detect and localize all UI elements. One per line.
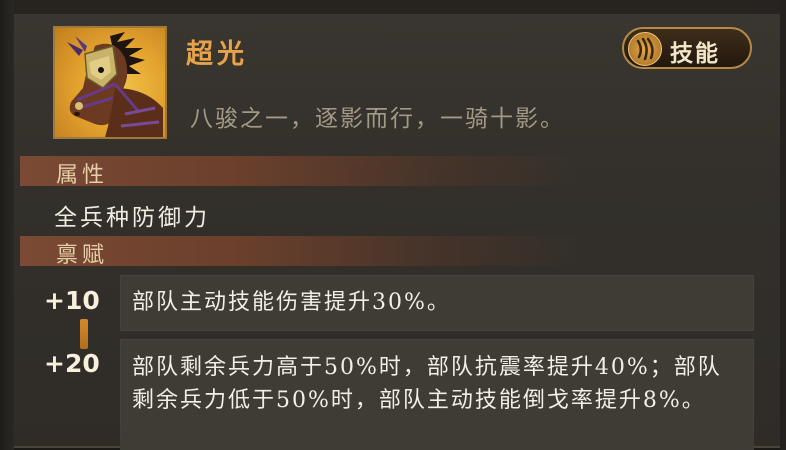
talent-section-header: 禀赋 (20, 236, 580, 268)
horse-icon (67, 32, 163, 137)
skill-button-label: 技能 (670, 41, 720, 67)
talent-row: 部队主动技能伤害提升30%。 (120, 275, 754, 331)
skill-button[interactable]: 技能 (622, 27, 752, 69)
scroll-fade (120, 428, 754, 450)
talent-header-label: 禀赋 (56, 243, 109, 268)
horse-name: 超光 (186, 39, 248, 70)
talent-text: 部队剩余兵力高于50%时，部队抗震率提升40%；部队剩余兵力低于50%时，部队主… (132, 355, 722, 413)
horse-description: 八骏之一，逐影而行，一骑十影。 (190, 106, 565, 132)
panel-edge (780, 0, 786, 450)
attribute-section-header: 属性 (20, 156, 580, 188)
horse-portrait (53, 26, 167, 139)
attribute-value: 全兵种防御力 (54, 205, 210, 231)
talent-level-2: +20 (44, 349, 100, 378)
talent-level-1: +10 (44, 286, 100, 315)
attribute-header-label: 属性 (56, 163, 109, 188)
claw-icon (628, 32, 662, 66)
talent-text: 部队主动技能伤害提升30%。 (132, 290, 451, 315)
talent-level-connector (80, 319, 88, 349)
mount-detail-panel: 超光 八骏之一，逐影而行，一骑十影。 技能 属性 全兵种防御力 禀赋 +10 +… (0, 0, 786, 450)
